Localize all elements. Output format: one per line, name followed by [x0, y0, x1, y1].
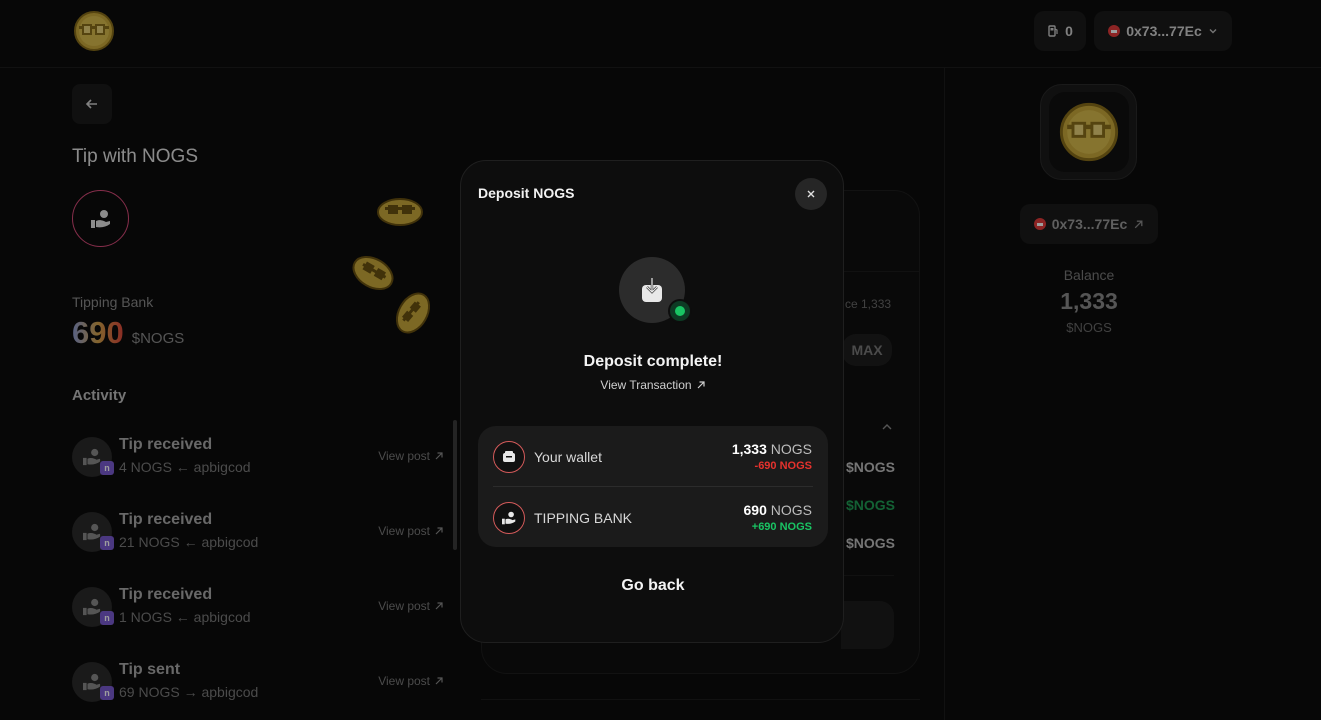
summary-amount-value: 690 — [743, 502, 767, 518]
summary-amount-unit: NOGS — [770, 441, 812, 457]
summary-delta: -690 NOGS — [754, 460, 812, 472]
view-transaction-label: View Transaction — [600, 378, 692, 392]
deposit-modal: Deposit NOGS Deposit complete! View Tran… — [460, 160, 844, 643]
summary-row-wallet: Your wallet 1,333 NOGS -690 NOGS — [478, 426, 828, 486]
view-transaction-link[interactable]: View Transaction — [461, 378, 845, 392]
summary-amount-unit: NOGS — [770, 502, 812, 518]
success-check-icon — [668, 299, 692, 323]
download-icon — [642, 278, 662, 302]
hand-coin-icon — [493, 502, 525, 534]
summary-row-tipping-bank: TIPPING BANK 690 NOGS +690 NOGS — [478, 487, 828, 547]
summary-label: TIPPING BANK — [534, 510, 633, 526]
modal-title: Deposit NOGS — [478, 185, 575, 201]
external-arrow-icon — [697, 381, 705, 389]
summary-amount: 1,333 NOGS — [732, 441, 812, 457]
summary-amount: 690 NOGS — [744, 502, 812, 518]
summary-amount-value: 1,333 — [731, 441, 767, 457]
wallet-icon — [493, 441, 525, 473]
summary-label: Your wallet — [534, 449, 602, 465]
summary-delta: +690 NOGS — [751, 521, 812, 533]
close-button[interactable] — [795, 178, 827, 210]
balance-summary: Your wallet 1,333 NOGS -690 NOGS TIPPING… — [478, 426, 828, 547]
deposit-status: Deposit complete! — [583, 353, 723, 370]
go-back-button[interactable]: Go back — [461, 577, 845, 595]
close-icon — [807, 190, 815, 198]
